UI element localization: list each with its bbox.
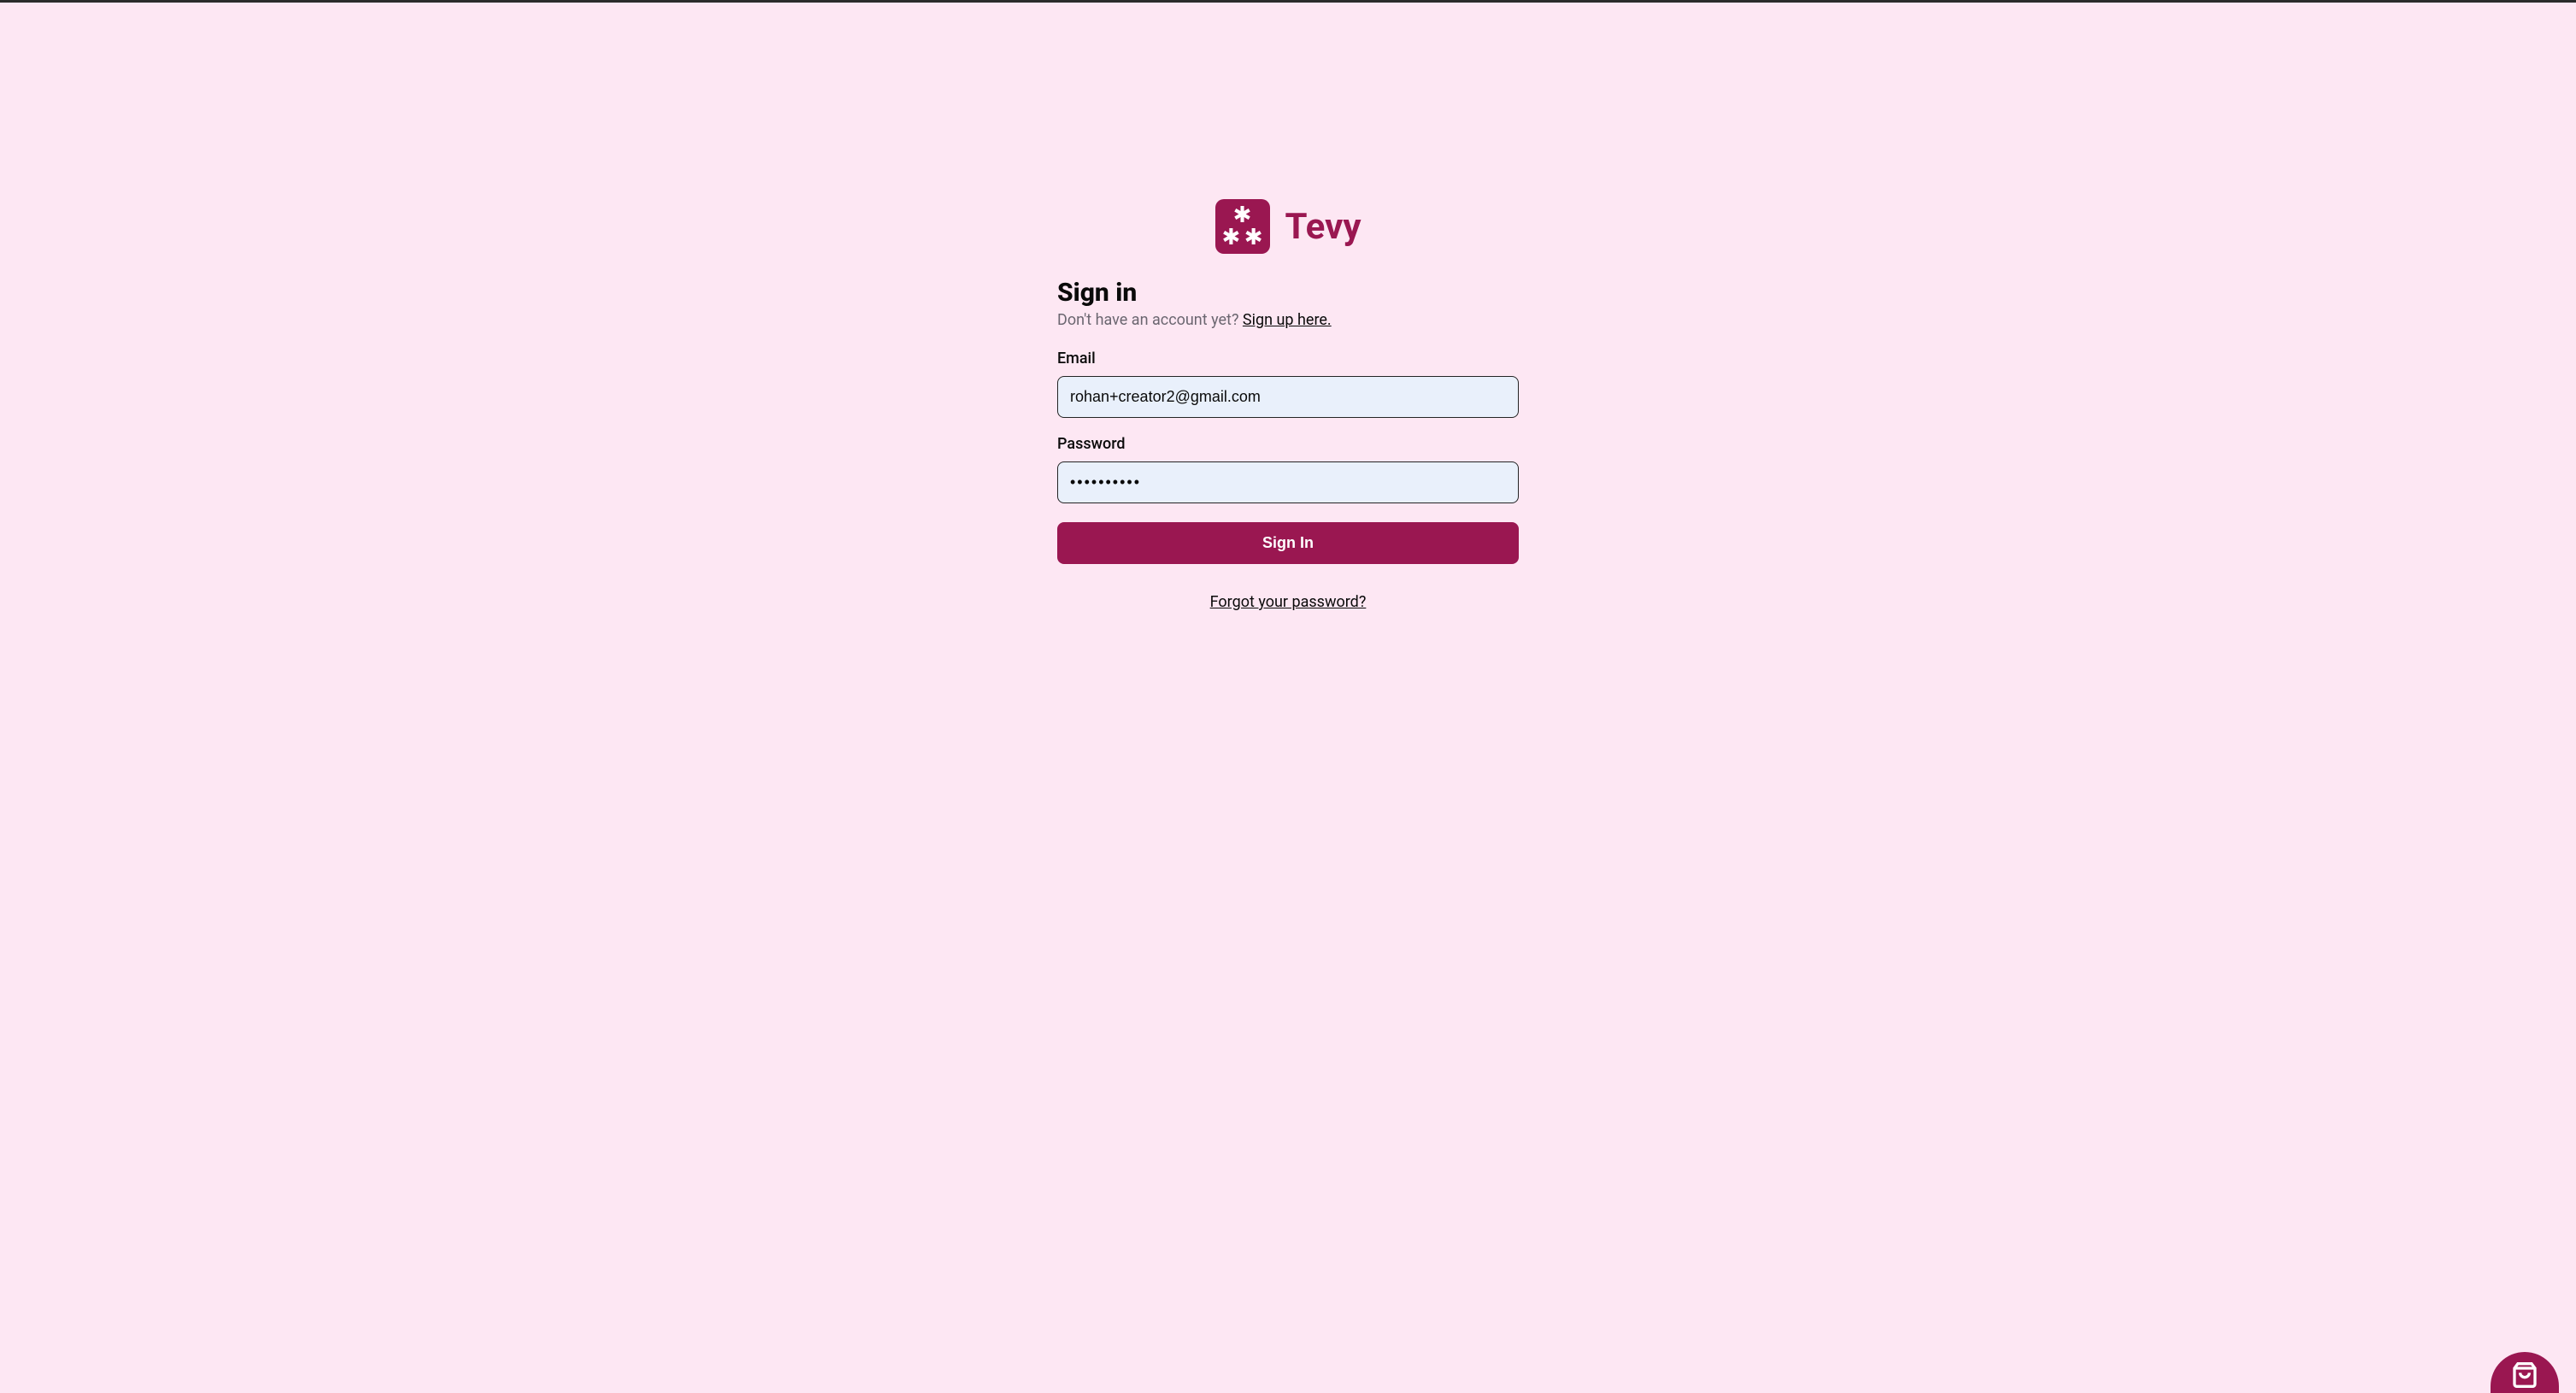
email-field[interactable] (1057, 376, 1519, 418)
brand: ✱ ✱ ✱ Tevy (1215, 199, 1362, 254)
signin-container: ✱ ✱ ✱ Tevy Sign in Don't have an account… (0, 3, 2576, 611)
forgot-wrap: Forgot your password? (1057, 593, 1519, 611)
forgot-password-link[interactable]: Forgot your password? (1210, 593, 1367, 611)
no-account-text: Don't have an account yet? (1057, 311, 1243, 329)
flower-icon: ✱ (1244, 226, 1263, 249)
brand-name: Tevy (1285, 206, 1362, 248)
password-label: Password (1057, 435, 1519, 453)
signin-form: Sign in Don't have an account yet? Sign … (1057, 278, 1519, 611)
flower-icon: ✱ (1233, 204, 1252, 226)
flower-icon: ✱ (1222, 226, 1241, 249)
logo-icon: ✱ ✱ ✱ (1215, 199, 1270, 254)
page-title: Sign in (1057, 278, 1519, 308)
help-fab-button[interactable] (2491, 1352, 2559, 1393)
signin-button[interactable]: Sign In (1057, 522, 1519, 564)
email-label: Email (1057, 350, 1519, 367)
signup-prompt: Don't have an account yet? Sign up here. (1057, 311, 1519, 329)
signup-link[interactable]: Sign up here. (1243, 311, 1332, 329)
password-field[interactable] (1057, 461, 1519, 503)
shopping-bag-icon (2511, 1361, 2538, 1389)
